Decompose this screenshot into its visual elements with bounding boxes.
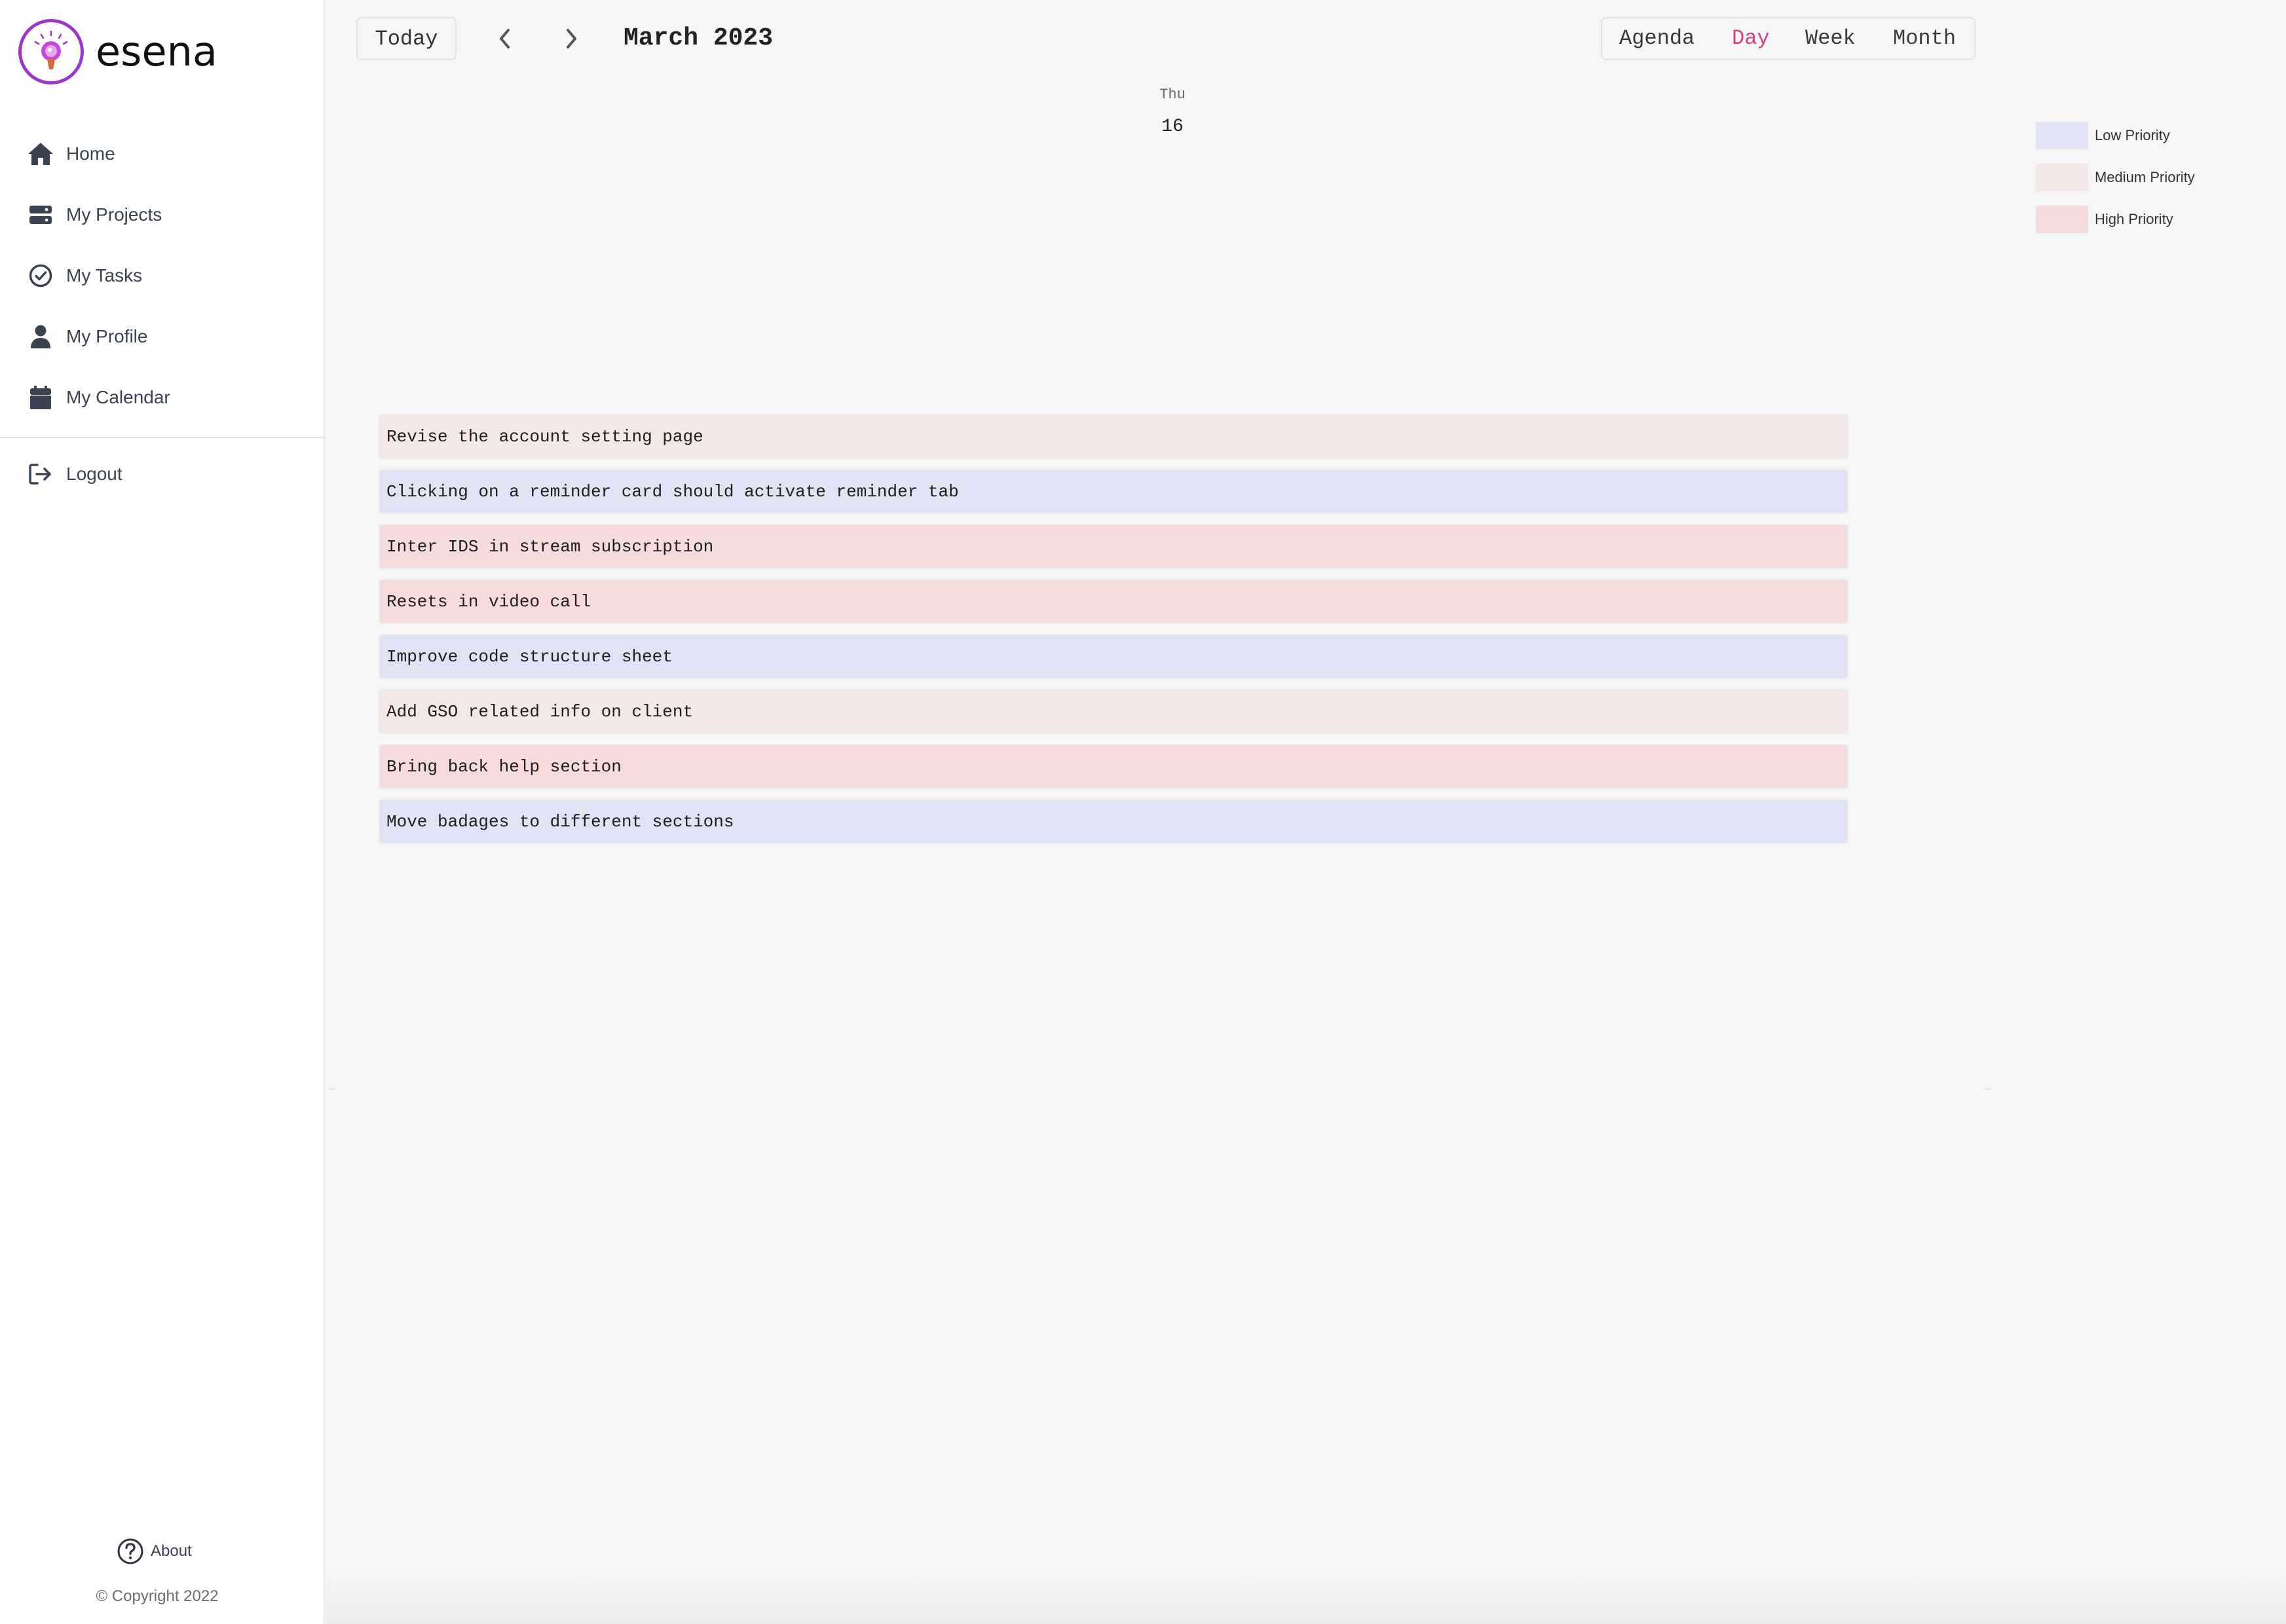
logout-label: Logout [66, 463, 122, 484]
chevron-right-icon [567, 29, 576, 48]
check-circle-icon [26, 261, 55, 290]
today-button[interactable]: Today [356, 17, 457, 60]
day-weekday: Thu [1159, 86, 1186, 103]
logout-icon [26, 460, 55, 489]
event-card[interactable]: Revise the account setting page [379, 414, 1848, 459]
sidebar-item-label: My Profile [66, 325, 148, 346]
calendar-corner-left [328, 1088, 335, 1090]
about-label: About [151, 1542, 192, 1560]
app-logo[interactable]: esena [18, 18, 217, 85]
month-title: March 2023 [624, 24, 774, 52]
sidebar-item-label: Home [66, 143, 115, 164]
bottom-shade [326, 1565, 2286, 1624]
view-agenda-button[interactable]: Agenda [1619, 27, 1695, 50]
calendar-bottom-edge [328, 1088, 1991, 1090]
sidebar-item-label: My Tasks [66, 265, 143, 286]
next-button[interactable] [556, 24, 586, 54]
priority-legend: Low Priority Medium Priority High Priori… [2036, 122, 2195, 248]
calendar-corner-right [1983, 1088, 1991, 1090]
legend-item-low: Low Priority [2036, 122, 2195, 149]
event-card[interactable]: Clicking on a reminder card should activ… [379, 469, 1848, 514]
event-card[interactable]: Inter IDS in stream subscription [379, 524, 1848, 569]
view-day-button[interactable]: Day [1732, 27, 1770, 50]
view-switcher: Agenda Day Week Month [1601, 17, 1976, 60]
day-events-list: Revise the account setting page Clicking… [379, 414, 1848, 854]
event-card[interactable]: Resets in video call [379, 579, 1848, 624]
sidebar-item-home[interactable]: Home [0, 123, 325, 184]
copyright-text: © Copyright 2022 [96, 1587, 219, 1605]
event-card[interactable]: Improve code structure sheet [379, 634, 1848, 679]
legend-item-medium: Medium Priority [2036, 164, 2195, 191]
question-circle-icon [117, 1538, 144, 1565]
event-card[interactable]: Move badages to different sections [379, 799, 1848, 844]
lightbulb-logo-icon [18, 19, 84, 84]
about-link[interactable]: About [117, 1538, 192, 1565]
sidebar-divider [0, 437, 325, 438]
event-card[interactable]: Add GSO related info on client [379, 689, 1848, 734]
legend-label: High Priority [2095, 211, 2173, 227]
legend-label: Low Priority [2095, 127, 2170, 143]
home-icon [26, 139, 55, 168]
chevron-left-icon [500, 29, 510, 48]
sidebar-item-label: My Calendar [66, 386, 170, 407]
view-week-button[interactable]: Week [1805, 27, 1856, 50]
app-name: esena [96, 28, 217, 75]
event-card[interactable]: Bring back help section [379, 744, 1848, 789]
sidebar-item-label: My Projects [66, 204, 162, 225]
sidebar-nav: Home My Projects My Tasks My Profile My … [0, 123, 325, 428]
legend-swatch [2036, 122, 2088, 149]
legend-swatch [2036, 164, 2088, 191]
previous-button[interactable] [490, 24, 520, 54]
sidebar-secondary-nav: Logout [0, 443, 325, 504]
sidebar-item-my-profile[interactable]: My Profile [0, 306, 325, 367]
user-icon [26, 322, 55, 351]
legend-label: Medium Priority [2095, 169, 2195, 185]
sidebar-item-my-calendar[interactable]: My Calendar [0, 367, 325, 428]
legend-swatch [2036, 206, 2088, 233]
sidebar-item-my-tasks[interactable]: My Tasks [0, 245, 325, 306]
view-month-button[interactable]: Month [1893, 27, 1956, 50]
calendar-icon [26, 383, 55, 412]
legend-item-high: High Priority [2036, 206, 2195, 233]
sidebar-item-my-projects[interactable]: My Projects [0, 184, 325, 245]
sidebar: esena Home My Projects My Tasks My Profi… [0, 0, 325, 1624]
projects-icon [26, 200, 55, 229]
logout-button[interactable]: Logout [0, 443, 325, 504]
day-date[interactable]: 16 [1140, 117, 1205, 137]
